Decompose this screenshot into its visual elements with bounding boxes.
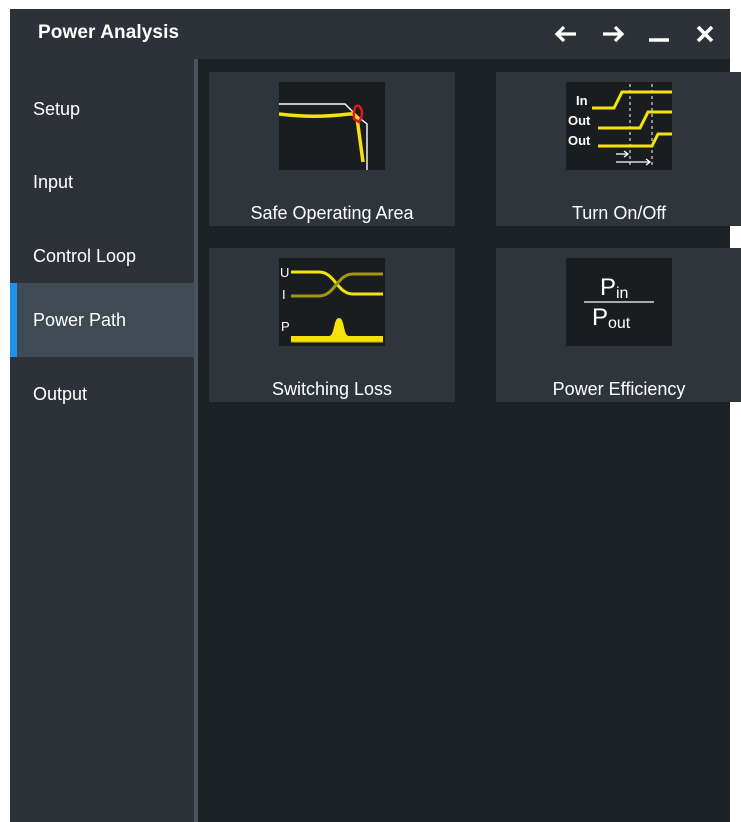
tile-label: Safe Operating Area <box>250 203 414 223</box>
icon-label-i: I <box>282 287 286 302</box>
icon-label-out-1: Out <box>568 113 591 128</box>
tile-turn-on-off[interactable]: In Out Out Turn On/Off <box>496 72 741 226</box>
turn-on-off-icon: In Out Out <box>566 82 672 170</box>
forward-button[interactable] <box>598 20 628 48</box>
back-button[interactable] <box>551 20 581 48</box>
sidebar-item-label: Output <box>33 383 88 404</box>
icon-label-out-2: Out <box>568 133 591 148</box>
power-analysis-dialog: Power Analysis Setup Input Control Loop … <box>10 9 741 822</box>
sidebar-item-label: Setup <box>33 98 81 119</box>
tile-label: Power Efficiency <box>552 379 686 399</box>
arrow-left-icon <box>554 25 576 43</box>
dialog-title: Power Analysis <box>38 22 180 43</box>
icon-sub-in: in <box>616 285 628 302</box>
close-button[interactable] <box>690 20 720 48</box>
tile-power-efficiency[interactable]: P in P out Power Efficiency <box>496 248 741 402</box>
close-icon <box>696 25 714 43</box>
icon-label-in: In <box>576 93 588 108</box>
sidebar-item-label: Input <box>33 171 74 192</box>
icon-p-out: P <box>592 304 608 331</box>
icon-label-u: U <box>280 265 289 280</box>
sidebar-item-control-loop[interactable]: Control Loop <box>10 219 194 293</box>
switching-loss-icon: U I P <box>279 258 385 346</box>
tile-switching-loss[interactable]: U I P Switching Loss <box>209 248 455 402</box>
power-efficiency-icon: P in P out <box>566 258 672 346</box>
icon-sub-out: out <box>608 315 631 332</box>
sidebar-item-input[interactable]: Input <box>10 145 194 219</box>
sidebar-nav: Setup Input Control Loop Power Path Outp… <box>10 59 194 822</box>
title-bar: Power Analysis <box>10 9 730 59</box>
arrow-right-icon <box>603 25 625 43</box>
sidebar-divider <box>194 59 198 822</box>
tile-label: Switching Loss <box>271 379 393 399</box>
tile-label: Turn On/Off <box>571 203 667 223</box>
sidebar-item-setup[interactable]: Setup <box>10 72 194 146</box>
icon-label-p: P <box>281 319 290 334</box>
active-indicator <box>10 283 17 357</box>
sidebar-item-label: Control Loop <box>33 245 137 266</box>
sidebar-item-power-path[interactable]: Power Path <box>10 283 194 357</box>
minimize-button[interactable] <box>644 20 674 48</box>
sidebar-item-label: Power Path <box>33 309 127 330</box>
tile-safe-operating-area[interactable]: Safe Operating Area <box>209 72 455 226</box>
icon-p-in: P <box>600 274 616 301</box>
sidebar-item-output[interactable]: Output <box>10 357 194 431</box>
minimize-icon <box>649 38 669 42</box>
safe-operating-area-icon <box>279 82 385 170</box>
